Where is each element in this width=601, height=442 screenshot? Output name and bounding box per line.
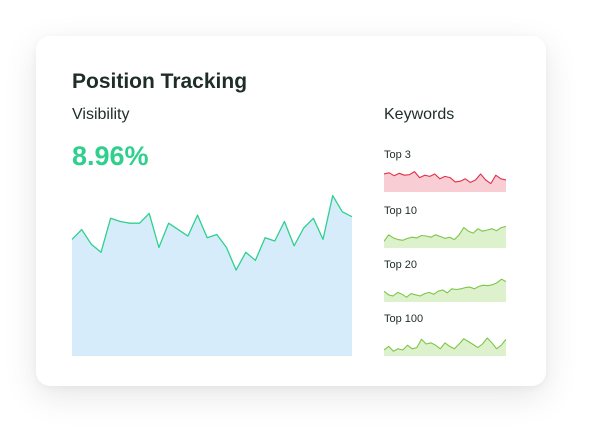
sparkline-top-100	[384, 337, 506, 356]
sparkline-top-100-area	[384, 338, 506, 356]
keyword-label-top-3: Top 3	[384, 149, 411, 161]
keyword-row-top-20: Top 20	[384, 258, 506, 308]
visibility-label: Visibility	[72, 106, 130, 123]
keyword-row-top-100: Top 100	[384, 312, 506, 362]
sparkline-top-3	[384, 171, 506, 192]
keyword-row-top-10: Top 10	[384, 204, 506, 254]
card-title: Position Tracking	[72, 70, 248, 93]
sparkline-top-20	[384, 278, 506, 302]
position-tracking-card: Position Tracking Visibility 8.96% Keywo…	[36, 36, 546, 386]
keyword-row-top-3: Top 3	[384, 148, 506, 198]
keywords-label: Keywords	[384, 106, 455, 123]
sparkline-top-20-area	[384, 279, 506, 302]
keyword-label-top-20: Top 20	[384, 259, 418, 271]
visibility-value: 8.96%	[72, 141, 149, 171]
keyword-label-top-10: Top 10	[384, 205, 418, 217]
keyword-label-top-100: Top 100	[384, 313, 424, 325]
visibility-chart	[72, 194, 352, 356]
sparkline-top-10	[384, 225, 506, 248]
